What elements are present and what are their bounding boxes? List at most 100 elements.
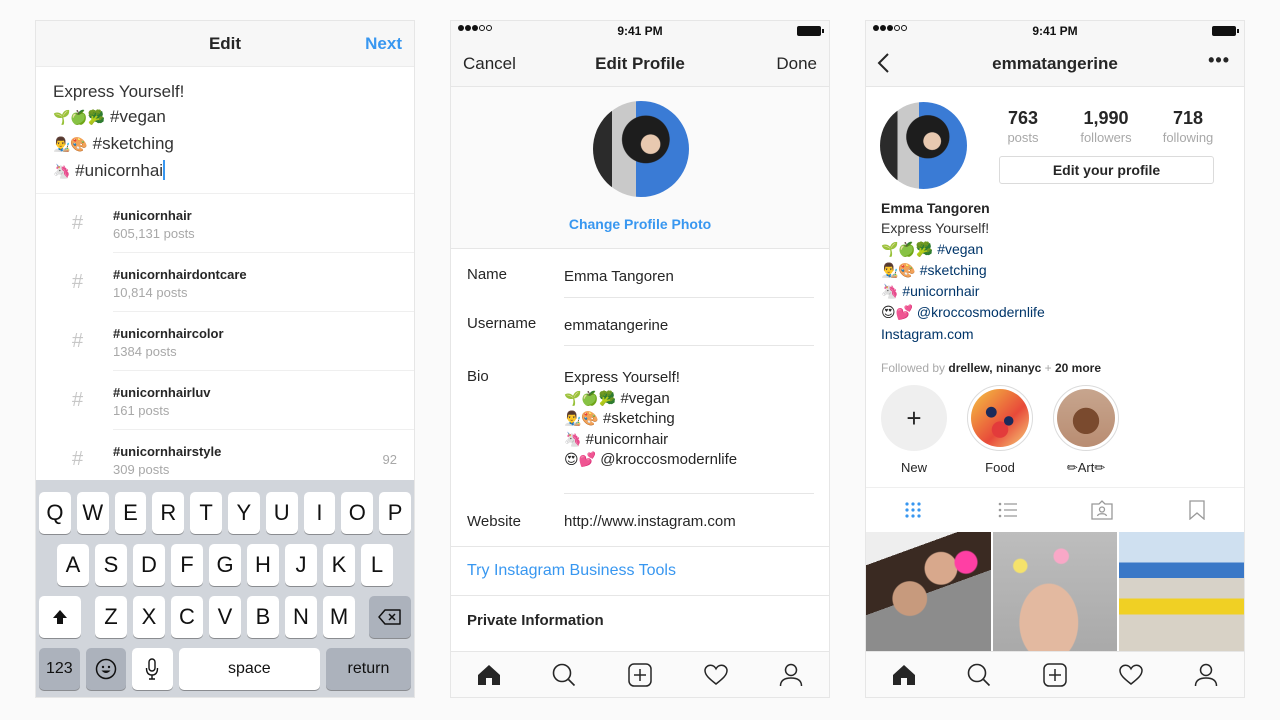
highlight-new[interactable]: + New — [879, 385, 949, 475]
key[interactable]: U — [265, 492, 298, 534]
tab-activity[interactable] — [1116, 660, 1146, 690]
status-time: 9:41 PM — [1032, 24, 1078, 38]
done-button[interactable]: Done — [776, 54, 817, 74]
bio-line: 😍💕 @kroccosmodernlife — [881, 302, 1045, 323]
business-tools-link[interactable]: Try Instagram Business Tools — [467, 562, 676, 580]
following-stat[interactable]: 718 following — [1148, 108, 1228, 145]
key[interactable]: W — [76, 492, 109, 534]
key[interactable]: R — [152, 492, 185, 534]
delete-key[interactable] — [369, 596, 411, 638]
hashtag-link[interactable]: #unicornhair — [902, 283, 979, 299]
more-options-button[interactable]: ••• — [1208, 50, 1230, 71]
hashtag-suggestion[interactable]: # #unicornhairluv 161 posts — [36, 371, 414, 430]
tab-tagged[interactable] — [1087, 495, 1117, 525]
emoji-group: 😍💕 — [881, 305, 914, 322]
key[interactable]: T — [190, 492, 222, 534]
highlight-art[interactable]: ✏Art✏ — [1051, 385, 1121, 476]
post-thumbnail[interactable] — [1119, 532, 1244, 653]
next-button[interactable]: Next — [365, 34, 402, 54]
hashtag-suggestion[interactable]: # #unicornhair 605,131 posts — [36, 194, 414, 253]
tagged-icon — [1091, 499, 1113, 520]
key[interactable]: N — [285, 596, 317, 638]
mention-link[interactable]: @kroccosmodernlife — [917, 304, 1045, 320]
website-input[interactable]: http://www.instagram.com — [564, 513, 736, 530]
profile-icon — [1194, 663, 1218, 686]
tab-profile[interactable] — [1191, 660, 1221, 690]
posts-stat[interactable]: 763 posts — [983, 108, 1063, 145]
key[interactable]: I — [303, 492, 336, 534]
profile-avatar[interactable] — [593, 101, 689, 197]
backspace-icon — [378, 609, 401, 625]
bio-text: #sketching — [603, 410, 675, 427]
key[interactable]: Z — [95, 596, 127, 638]
hashtag-suggestion-list: # #unicornhair 605,131 posts # #unicornh… — [36, 194, 414, 478]
hashtag-suggestion[interactable]: # #unicornhairdontcare 10,814 posts — [36, 253, 414, 312]
followers-stat[interactable]: 1,990 followers — [1066, 108, 1146, 145]
hashtag-suggestion[interactable]: # #unicornhaircolor 1384 posts — [36, 312, 414, 371]
key[interactable]: P — [379, 492, 411, 534]
key[interactable]: A — [57, 544, 89, 586]
change-profile-photo-button[interactable]: Change Profile Photo — [451, 216, 829, 232]
tab-home[interactable] — [889, 660, 919, 690]
edit-profile-button[interactable]: Edit your profile — [999, 156, 1214, 184]
heart-icon — [703, 664, 728, 685]
profile-username-title: emmatangerine — [992, 54, 1118, 73]
key[interactable]: M — [323, 596, 355, 638]
home-icon — [477, 664, 500, 685]
caption-text: #vegan — [110, 107, 166, 126]
numbers-key[interactable]: 123 — [39, 648, 80, 690]
username-input[interactable]: emmatangerine — [564, 317, 668, 334]
field-label: Bio — [467, 368, 489, 385]
website-link[interactable]: Instagram.com — [881, 324, 1045, 344]
key[interactable]: O — [341, 492, 374, 534]
tab-profile[interactable] — [776, 660, 806, 690]
key[interactable]: B — [247, 596, 279, 638]
key[interactable]: E — [114, 492, 147, 534]
follower-names: drellew, ninanyc — [948, 361, 1042, 375]
tab-saved[interactable] — [1182, 495, 1212, 525]
bio-line: 👨‍🎨🎨 #sketching — [564, 409, 737, 430]
dictation-key[interactable] — [132, 648, 173, 690]
caption-text: #sketching — [92, 134, 174, 153]
post-thumbnail[interactable] — [992, 532, 1118, 653]
key[interactable]: S — [95, 544, 127, 586]
key[interactable]: D — [133, 544, 165, 586]
hashtag-link[interactable]: #vegan — [937, 241, 983, 257]
key[interactable]: V — [209, 596, 241, 638]
profile-avatar[interactable] — [880, 102, 967, 189]
hashtag-icon: # — [72, 212, 84, 234]
tab-home[interactable] — [474, 660, 504, 690]
key[interactable]: Y — [228, 492, 260, 534]
key[interactable]: F — [171, 544, 203, 586]
caption-input[interactable]: Express Yourself! 🌱🍏🥦 #vegan 👨‍🎨🎨 #sketc… — [36, 67, 414, 194]
tab-activity[interactable] — [701, 660, 731, 690]
hashtag-link[interactable]: #sketching — [920, 262, 987, 278]
post-thumbnail[interactable] — [866, 532, 991, 653]
key[interactable]: K — [323, 544, 355, 586]
home-icon — [892, 664, 915, 685]
space-key[interactable]: space — [178, 648, 320, 690]
key[interactable]: C — [171, 596, 203, 638]
key[interactable]: Q — [39, 492, 71, 534]
tab-grid[interactable] — [898, 495, 928, 525]
followed-by-text[interactable]: Followed by drellew, ninanyc + 20 more — [881, 361, 1101, 375]
tab-list[interactable] — [993, 495, 1023, 525]
shift-key[interactable] — [39, 596, 81, 638]
key[interactable]: X — [133, 596, 165, 638]
key[interactable]: H — [247, 544, 279, 586]
key[interactable]: G — [209, 544, 241, 586]
tab-new-post[interactable] — [625, 660, 655, 690]
tab-search[interactable] — [549, 660, 579, 690]
caption-text: Express Yourself! — [53, 82, 185, 101]
bio-input[interactable]: Express Yourself! 🌱🍏🥦 #vegan 👨‍🎨🎨 #sketc… — [564, 368, 737, 471]
emoji-group: 🦄 — [564, 431, 582, 448]
return-key[interactable]: return — [325, 648, 411, 690]
name-input[interactable]: Emma Tangoren — [564, 268, 674, 285]
tab-new-post[interactable] — [1040, 660, 1070, 690]
highlight-food[interactable]: Food — [965, 385, 1035, 475]
emoji-key[interactable] — [85, 648, 127, 690]
key[interactable]: L — [361, 544, 393, 586]
hashtag-suggestion[interactable]: # #unicornhairstyle 309 posts 92 — [36, 430, 414, 478]
tab-search[interactable] — [964, 660, 994, 690]
key[interactable]: J — [285, 544, 317, 586]
